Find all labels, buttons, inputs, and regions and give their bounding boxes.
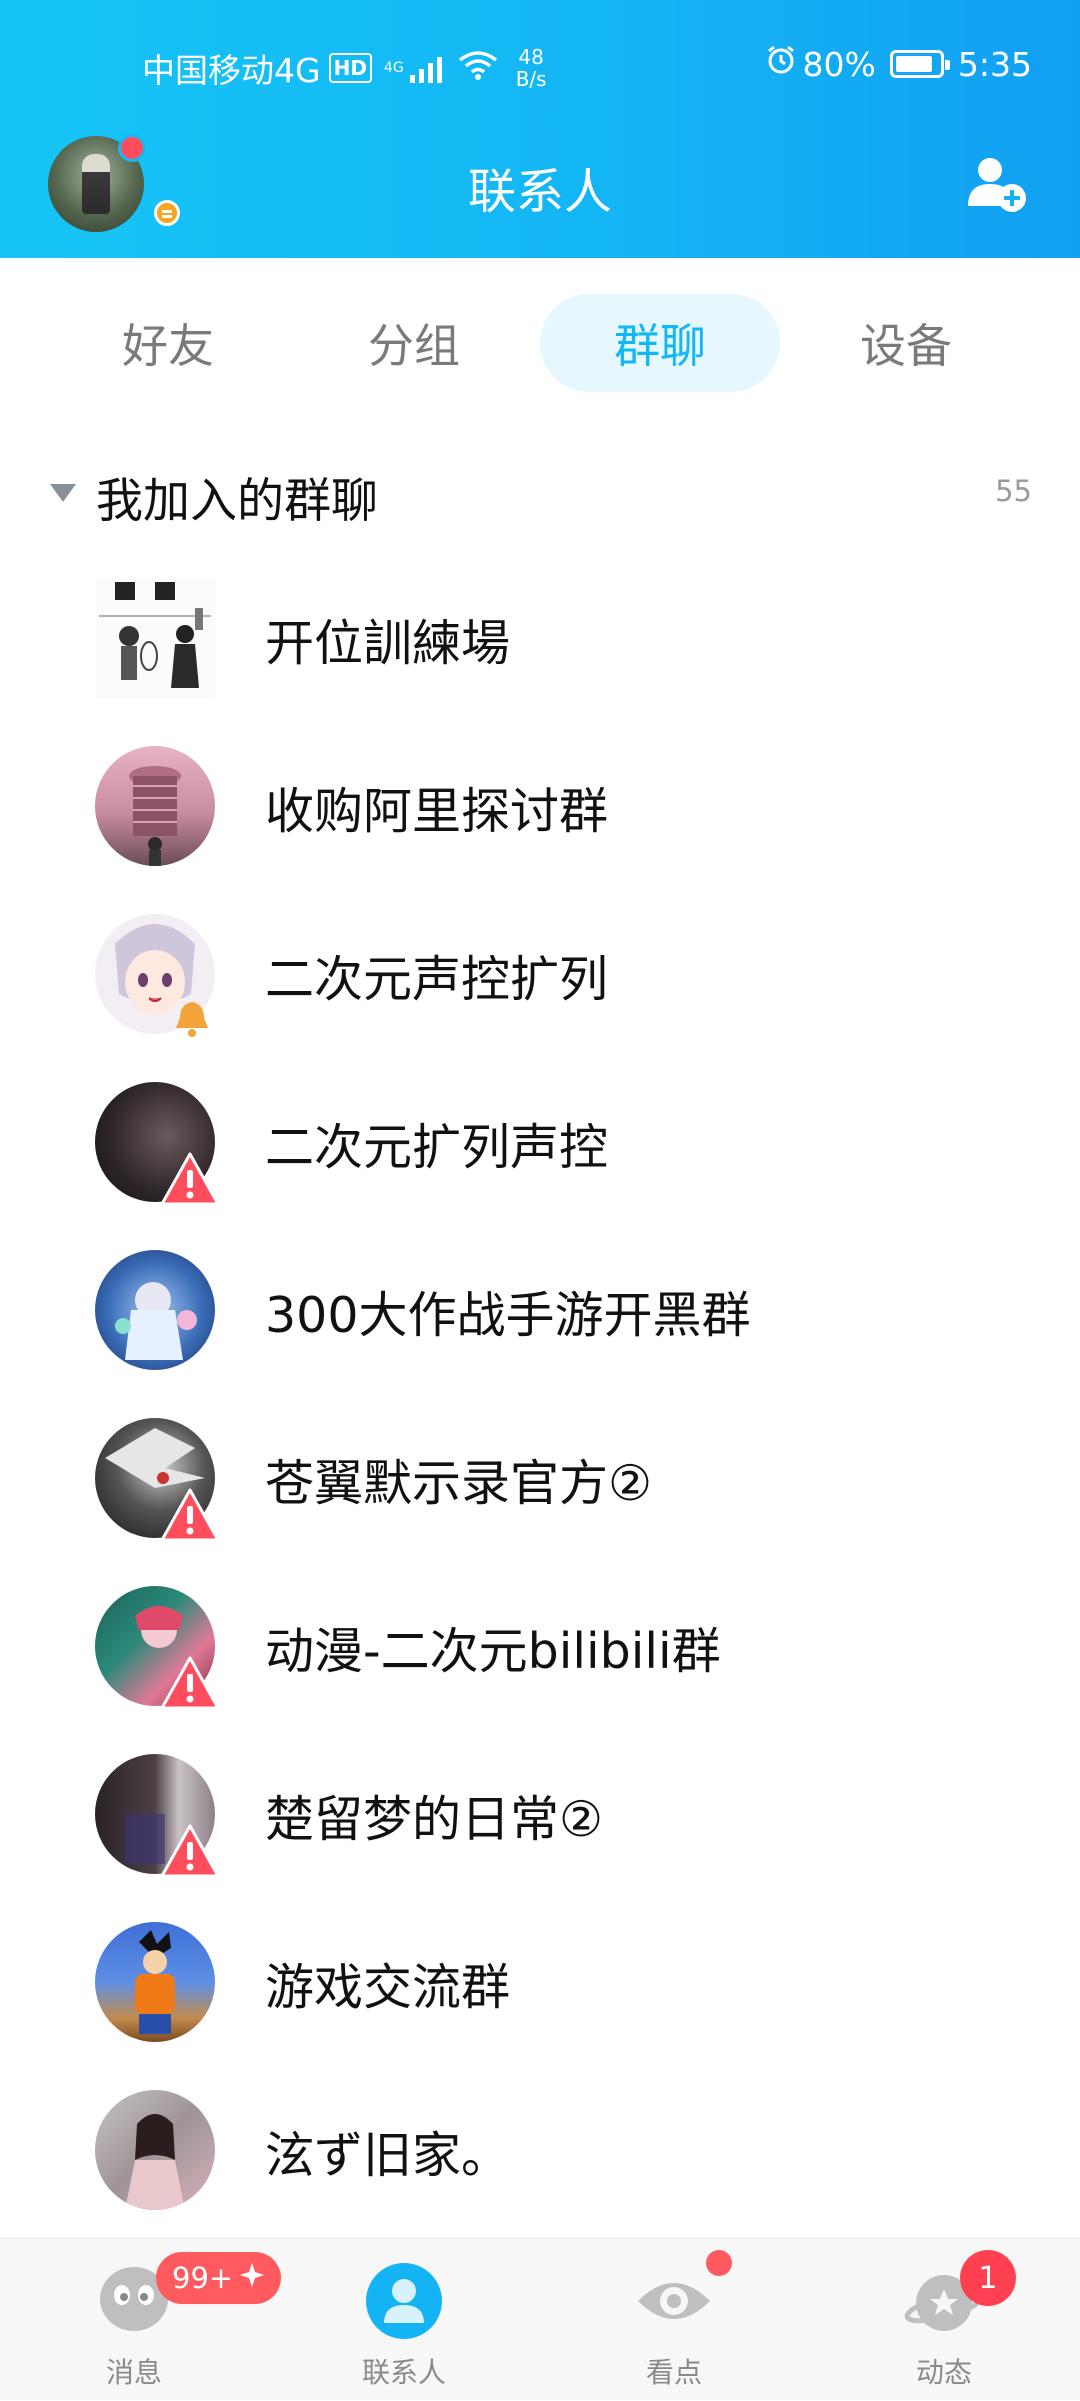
status-bar: 中国移动4G HD 4G 48 B/s 80% 5:35 bbox=[0, 0, 1080, 130]
eye-icon bbox=[634, 2261, 714, 2341]
group-name: 二次元声控扩列 bbox=[265, 951, 609, 1008]
group-name: 楚留梦的日常② bbox=[265, 1791, 603, 1848]
group-name: 300大作战手游开黑群 bbox=[265, 1287, 751, 1344]
contact-tabs: 好友 分组 群聊 设备 bbox=[0, 294, 1080, 392]
group-row[interactable]: 苍翼默示录官方② bbox=[0, 1394, 1080, 1562]
group-avatar bbox=[95, 578, 215, 698]
add-contact-icon[interactable] bbox=[966, 152, 1028, 214]
group-avatar bbox=[95, 1922, 215, 2042]
messages-badge: 99+ bbox=[156, 2252, 282, 2304]
signal-icon bbox=[409, 53, 442, 83]
carrier-label: 中国移动4G bbox=[142, 51, 321, 90]
speed-value: 48 bbox=[518, 45, 544, 69]
group-row[interactable]: 动漫-二次元bilibili群 bbox=[0, 1562, 1080, 1730]
group-row[interactable]: 楚留梦的日常② bbox=[0, 1730, 1080, 1898]
tab-groups-category[interactable]: 分组 bbox=[294, 294, 534, 392]
moments-badge: 1 bbox=[960, 2250, 1016, 2306]
group-name: 游戏交流群 bbox=[265, 1959, 511, 2016]
warning-icon bbox=[160, 1488, 220, 1542]
group-row[interactable]: 泫ず旧家。 bbox=[0, 2066, 1080, 2234]
messages-badge-count: 99+ bbox=[172, 2261, 234, 2295]
group-avatar bbox=[95, 1250, 215, 1370]
group-name: 苍翼默示录官方② bbox=[265, 1455, 652, 1512]
section-count: 55 bbox=[995, 474, 1032, 508]
nav-label: 看点 bbox=[645, 2356, 702, 2389]
group-row[interactable]: 300大作战手游开黑群 bbox=[0, 1226, 1080, 1394]
group-row[interactable]: 游戏交流群 bbox=[0, 1898, 1080, 2066]
group-avatar bbox=[95, 746, 215, 866]
clock-time: 5:35 bbox=[957, 44, 1032, 84]
section-title: 我加入的群聊 bbox=[96, 474, 378, 529]
contacts-icon bbox=[364, 2261, 444, 2341]
group-row[interactable]: 开位訓練場 bbox=[0, 554, 1080, 722]
bell-icon bbox=[170, 998, 214, 1038]
page-title: 联系人 bbox=[467, 164, 612, 220]
group-name: 开位訓練場 bbox=[265, 615, 511, 672]
sparkle-icon bbox=[239, 2261, 265, 2295]
tab-devices[interactable]: 设备 bbox=[786, 294, 1026, 392]
collapse-triangle-icon bbox=[50, 484, 76, 502]
wifi-icon bbox=[458, 49, 498, 88]
group-name: 泫ず旧家。 bbox=[265, 2127, 511, 2184]
group-avatar bbox=[95, 2090, 215, 2210]
tab-group-chats[interactable]: 群聊 bbox=[540, 294, 780, 392]
group-name: 收购阿里探讨群 bbox=[265, 783, 609, 840]
joined-groups-section-header[interactable]: 我加入的群聊 55 bbox=[0, 452, 1080, 532]
nav-label: 联系人 bbox=[361, 2356, 446, 2389]
warning-icon bbox=[160, 1152, 220, 1206]
group-row[interactable]: 收购阿里探讨群 bbox=[0, 722, 1080, 890]
nav-moments[interactable]: 动态 bbox=[844, 2239, 1044, 2401]
group-name: 二次元扩列声控 bbox=[265, 1119, 609, 1176]
kandian-red-dot bbox=[706, 2250, 732, 2276]
group-name: 动漫-二次元bilibili群 bbox=[265, 1623, 721, 1680]
hd-icon: HD bbox=[328, 53, 372, 83]
network-speed: 48 B/s bbox=[516, 46, 547, 90]
group-row[interactable]: 二次元扩列声控 bbox=[0, 1058, 1080, 1226]
nav-kandian[interactable]: 看点 bbox=[574, 2239, 774, 2401]
speed-unit: B/s bbox=[515, 67, 547, 91]
status-left: 中国移动4G HD 4G 48 B/s bbox=[142, 44, 547, 92]
alarm-icon bbox=[765, 44, 797, 84]
battery-percent: 80% bbox=[802, 44, 876, 84]
battery-icon bbox=[889, 50, 950, 78]
network-type-icon: 4G bbox=[383, 60, 404, 76]
tab-friends[interactable]: 好友 bbox=[48, 294, 288, 392]
nav-label: 消息 bbox=[105, 2356, 162, 2389]
nav-contacts[interactable]: 联系人 bbox=[304, 2239, 504, 2401]
warning-icon bbox=[160, 1824, 220, 1878]
status-right: 80% 5:35 bbox=[765, 44, 1032, 84]
group-row[interactable]: 二次元声控扩列 bbox=[0, 890, 1080, 1058]
nav-label: 动态 bbox=[915, 2356, 972, 2389]
header-bar: 中国移动4G HD 4G 48 B/s 80% 5:35 联系人 bbox=[0, 0, 1080, 258]
warning-icon bbox=[160, 1656, 220, 1710]
